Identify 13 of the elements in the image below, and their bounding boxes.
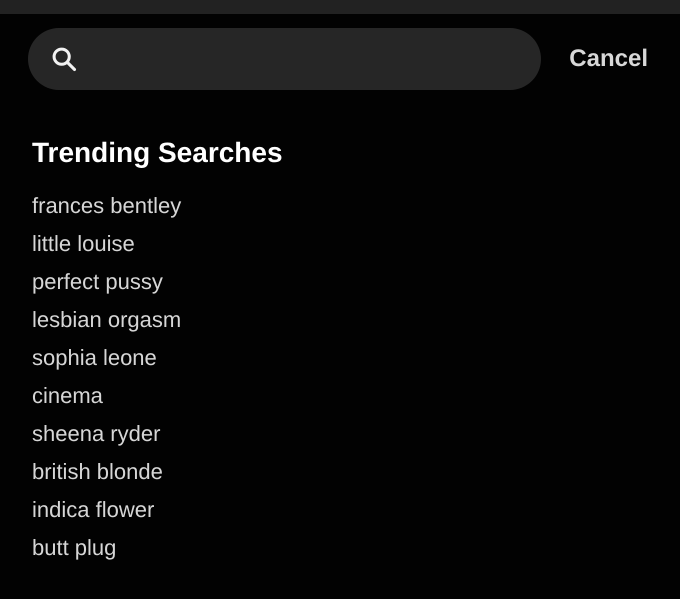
trending-search-link[interactable]: british blonde <box>32 453 163 491</box>
trending-search-link[interactable]: little louise <box>32 225 135 263</box>
trending-search-link[interactable]: cinema <box>32 377 103 415</box>
trending-search-link[interactable]: sheena ryder <box>32 415 160 453</box>
trending-search-link[interactable]: indica flower <box>32 491 154 529</box>
trending-search-link[interactable]: butt plug <box>32 529 116 567</box>
trending-search-link[interactable]: lesbian orgasm <box>32 301 182 339</box>
trending-search-link[interactable]: sophia leone <box>32 339 157 377</box>
section-heading: Trending Searches <box>32 136 284 170</box>
cancel-button[interactable]: Cancel <box>569 41 648 77</box>
trending-search-link[interactable]: frances bentley <box>32 187 182 225</box>
search-icon <box>50 45 78 73</box>
trending-search-link[interactable]: perfect pussy <box>32 263 163 301</box>
